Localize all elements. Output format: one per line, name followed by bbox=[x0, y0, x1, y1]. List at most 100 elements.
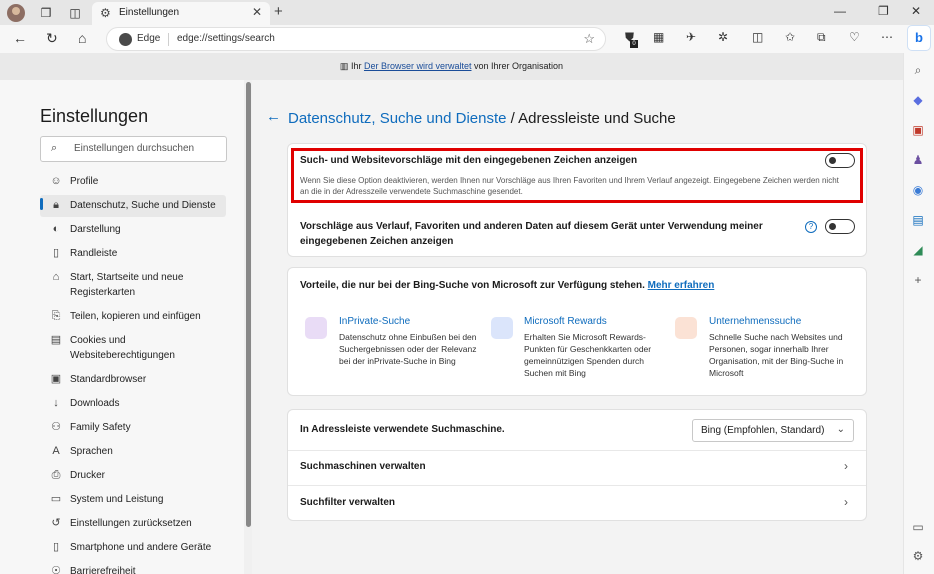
chevron-right-icon[interactable]: › bbox=[844, 495, 848, 509]
search-engine-select[interactable]: Bing (Empfohlen, Standard) ⌄ bbox=[692, 419, 854, 442]
search-engine-value: Bing (Empfohlen, Standard) bbox=[701, 425, 825, 436]
workspaces-icon[interactable]: ❒ bbox=[37, 4, 55, 22]
sidebar-item-printers[interactable]: ⎙ Drucker bbox=[40, 468, 226, 483]
share-icon: ⎘ bbox=[51, 310, 61, 322]
sidebar-item-privacy[interactable]: 🔒︎ Datenschutz, Suche und Dienste bbox=[40, 195, 226, 217]
option-local-suggestions-title: Vorschläge aus Verlauf, Favoriten und an… bbox=[300, 221, 763, 247]
breadcrumb: Datenschutz, Suche und Dienste / Adressl… bbox=[288, 110, 676, 127]
download-icon: ↓ bbox=[53, 397, 59, 409]
bing-copilot-button[interactable]: b bbox=[907, 25, 931, 51]
sidebar-item-system[interactable]: ▭ System und Leistung bbox=[40, 492, 226, 507]
tab-settings[interactable]: ⚙ Einstellungen ✕ bbox=[92, 2, 270, 25]
active-indicator bbox=[40, 198, 43, 210]
managed-browser-infobar: ▥ Ihr Der Browser wird verwaltet von Ihr… bbox=[0, 53, 903, 80]
games-icon[interactable]: ♟ bbox=[911, 153, 925, 167]
new-tab-button[interactable]: + bbox=[274, 3, 283, 20]
manage-filters-row[interactable]: Suchfilter verwalten bbox=[300, 497, 395, 508]
sidebar-item-appearance[interactable]: ◐ Darstellung bbox=[40, 222, 226, 237]
extensions-puzzle-icon[interactable]: ✲ bbox=[718, 30, 728, 44]
system-icon: ▭ bbox=[50, 493, 62, 505]
search-icon[interactable]: ⌕ bbox=[911, 63, 925, 78]
outlook-icon[interactable]: ▤ bbox=[911, 213, 925, 227]
learn-more-link[interactable]: Mehr erfahren bbox=[648, 280, 715, 291]
vertical-tabs-icon[interactable]: ◫ bbox=[66, 4, 84, 22]
settings-sidebar: Einstellungen ⌕ Einstellungen durchsuche… bbox=[0, 80, 252, 574]
extension-2-icon[interactable]: ▦ bbox=[653, 30, 664, 44]
bing-benefits-card: Vorteile, die nur bei der Bing-Suche von… bbox=[288, 268, 866, 395]
inprivate-icon bbox=[305, 317, 327, 339]
sidebar-item-accessibility[interactable]: ☉ Barrierefreiheit bbox=[40, 564, 226, 574]
tab-title: Einstellungen bbox=[119, 7, 180, 18]
collections-icon[interactable]: ⧉ bbox=[817, 30, 826, 45]
manage-engines-row[interactable]: Suchmaschinen verwalten bbox=[300, 461, 426, 472]
edge-logo-icon bbox=[119, 33, 132, 46]
settings-search-input[interactable]: ⌕ Einstellungen durchsuchen bbox=[40, 136, 227, 162]
search-icon: ⌕ bbox=[51, 142, 58, 154]
bing-benefits-heading: Vorteile, die nur bei der Bing-Suche von… bbox=[300, 280, 715, 291]
split-screen-icon[interactable]: ◫ bbox=[752, 30, 763, 44]
breadcrumb-current: / Adressleiste und Suche bbox=[506, 110, 676, 127]
hide-sidebar-icon[interactable]: ▭ bbox=[911, 520, 925, 534]
address-separator bbox=[168, 33, 169, 46]
sidebar-item-downloads[interactable]: ↓ Downloads bbox=[40, 396, 226, 411]
settings-title: Einstellungen bbox=[40, 106, 149, 126]
sidebar-item-languages[interactable]: A Sprachen bbox=[40, 444, 226, 459]
favorite-star-icon[interactable]: ☆ bbox=[583, 31, 595, 47]
microsoft365-icon[interactable]: ◉ bbox=[911, 183, 925, 197]
option-search-suggestions-title: Such- und Websitevorschläge mit den eing… bbox=[300, 155, 638, 166]
cookie-icon: ▤ bbox=[50, 334, 62, 346]
feature-enterprise-desc: Schnelle Suche nach Websites und Persone… bbox=[709, 332, 844, 378]
family-icon: ⚇ bbox=[51, 421, 61, 433]
sidebar-item-start[interactable]: ⌂ Start, Startseite und neue Registerkar… bbox=[40, 270, 226, 300]
extension-3-icon[interactable]: ✈ bbox=[686, 30, 696, 44]
accessibility-icon: ☉ bbox=[51, 565, 61, 574]
sidebar-item-default-browser[interactable]: ▣ Standardbrowser bbox=[40, 372, 226, 387]
sidebar-icon: ▯ bbox=[52, 247, 60, 259]
address-bar[interactable]: Edge edge://settings/search ☆ bbox=[106, 27, 606, 51]
tools-icon[interactable]: ▣ bbox=[911, 123, 925, 137]
enterprise-search-icon bbox=[675, 317, 697, 339]
add-sidebar-app-icon[interactable]: + bbox=[911, 273, 925, 287]
sidebar-settings-icon[interactable]: ⚙ bbox=[911, 549, 925, 563]
restore-icon[interactable]: ❐ bbox=[878, 4, 889, 18]
feature-rewards-desc: Erhalten Sie Microsoft Rewards-Punkten f… bbox=[524, 332, 652, 378]
printer-icon: ⎙ bbox=[51, 469, 61, 481]
tab-bar: ❒ ◫ ⚙ Einstellungen ✕ + — ❐ ✕ bbox=[0, 0, 934, 25]
reset-icon: ↺ bbox=[51, 517, 61, 529]
sidebar-item-cookies[interactable]: ▤ Cookies und Websiteberechtigungen bbox=[40, 333, 226, 363]
sidebar-item-reset[interactable]: ↺ Einstellungen zurücksetzen bbox=[40, 516, 226, 531]
edge-label: Edge bbox=[137, 33, 161, 44]
drop-icon[interactable]: ◢ bbox=[911, 243, 925, 257]
home-icon[interactable]: ⌂ bbox=[78, 30, 86, 46]
local-suggestions-toggle[interactable] bbox=[825, 219, 855, 234]
infobar-suffix: von Ihrer Organisation bbox=[474, 61, 564, 71]
more-menu-icon[interactable]: ⋯ bbox=[881, 30, 893, 44]
sidebar-item-family-safety[interactable]: ⚇ Family Safety bbox=[40, 420, 226, 435]
window-close-icon[interactable]: ✕ bbox=[911, 4, 921, 18]
sidebar-item-profile[interactable]: ☺ Profile bbox=[40, 174, 226, 189]
back-arrow-icon[interactable]: ← bbox=[266, 108, 281, 125]
search-engine-card: In Adressleiste verwendete Suchmaschine.… bbox=[288, 410, 866, 520]
breadcrumb-link[interactable]: Datenschutz, Suche und Dienste bbox=[288, 110, 506, 127]
close-tab-icon[interactable]: ✕ bbox=[252, 5, 262, 19]
back-icon[interactable]: ← bbox=[13, 30, 27, 46]
minimize-icon[interactable]: — bbox=[834, 4, 846, 18]
profile-avatar[interactable] bbox=[7, 4, 25, 22]
building-icon: ▥ bbox=[339, 61, 351, 71]
browser-essentials-icon[interactable]: ♡ bbox=[849, 30, 860, 44]
extension-badge: 0 bbox=[630, 40, 638, 48]
refresh-icon[interactable]: ↻ bbox=[46, 30, 58, 47]
sidebar-item-phone[interactable]: ▯ Smartphone und andere Geräte bbox=[40, 540, 226, 555]
scrollbar-thumb[interactable] bbox=[246, 82, 251, 527]
shopping-icon[interactable]: ◆ bbox=[911, 93, 925, 107]
feature-rewards-title: Microsoft Rewards bbox=[524, 316, 607, 327]
managed-browser-link[interactable]: Der Browser wird verwaltet bbox=[364, 61, 472, 71]
sidebar-item-sidebar[interactable]: ▯ Randleiste bbox=[40, 246, 226, 261]
url-text[interactable]: edge://settings/search bbox=[177, 33, 275, 44]
help-icon[interactable]: ? bbox=[805, 221, 817, 233]
search-suggestions-toggle[interactable] bbox=[825, 153, 855, 168]
sidebar-scrollbar[interactable] bbox=[244, 80, 252, 574]
sidebar-item-share[interactable]: ⎘ Teilen, kopieren und einfügen bbox=[40, 309, 226, 324]
chevron-right-icon[interactable]: › bbox=[844, 459, 848, 473]
favorites-icon[interactable]: ✩ bbox=[785, 30, 795, 44]
